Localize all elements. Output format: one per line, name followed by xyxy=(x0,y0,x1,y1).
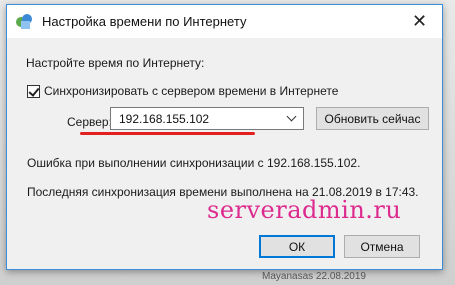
annotation-underline xyxy=(80,132,255,135)
sync-checkbox[interactable] xyxy=(27,84,40,98)
internet-time-dialog: Настройка времени по Интернету ✕ Настрой… xyxy=(6,4,443,270)
background-partial-text: Mayanasas 22.08.2019 xyxy=(262,271,366,282)
close-button[interactable]: ✕ xyxy=(397,5,442,38)
sync-checkbox-row[interactable]: Синхронизировать с сервером времени в Ин… xyxy=(27,84,338,98)
ok-button[interactable]: ОК xyxy=(259,235,335,258)
window-title: Настройка времени по Интернету xyxy=(42,14,247,29)
watermark-text: serveradmin.ru xyxy=(207,196,402,224)
server-label: Сервер: xyxy=(67,115,112,129)
sync-checkbox-label[interactable]: Синхронизировать с сервером времени в Ин… xyxy=(44,84,338,98)
close-icon: ✕ xyxy=(411,11,428,31)
title-bar: Настройка времени по Интернету ✕ xyxy=(7,5,442,38)
server-combobox[interactable]: 192.168.155.102 xyxy=(110,107,304,130)
error-message: Ошибка при выполнении синхронизации с 19… xyxy=(27,156,361,170)
server-value[interactable]: 192.168.155.102 xyxy=(119,112,209,126)
internet-time-icon xyxy=(16,13,32,30)
cancel-button[interactable]: Отмена xyxy=(344,235,420,258)
dialog-content: Настройте время по Интернету: Синхронизи… xyxy=(7,38,442,269)
chevron-down-icon[interactable] xyxy=(286,112,298,124)
update-now-button[interactable]: Обновить сейчас xyxy=(316,107,429,130)
instruction-text: Настройте время по Интернету: xyxy=(26,56,205,70)
